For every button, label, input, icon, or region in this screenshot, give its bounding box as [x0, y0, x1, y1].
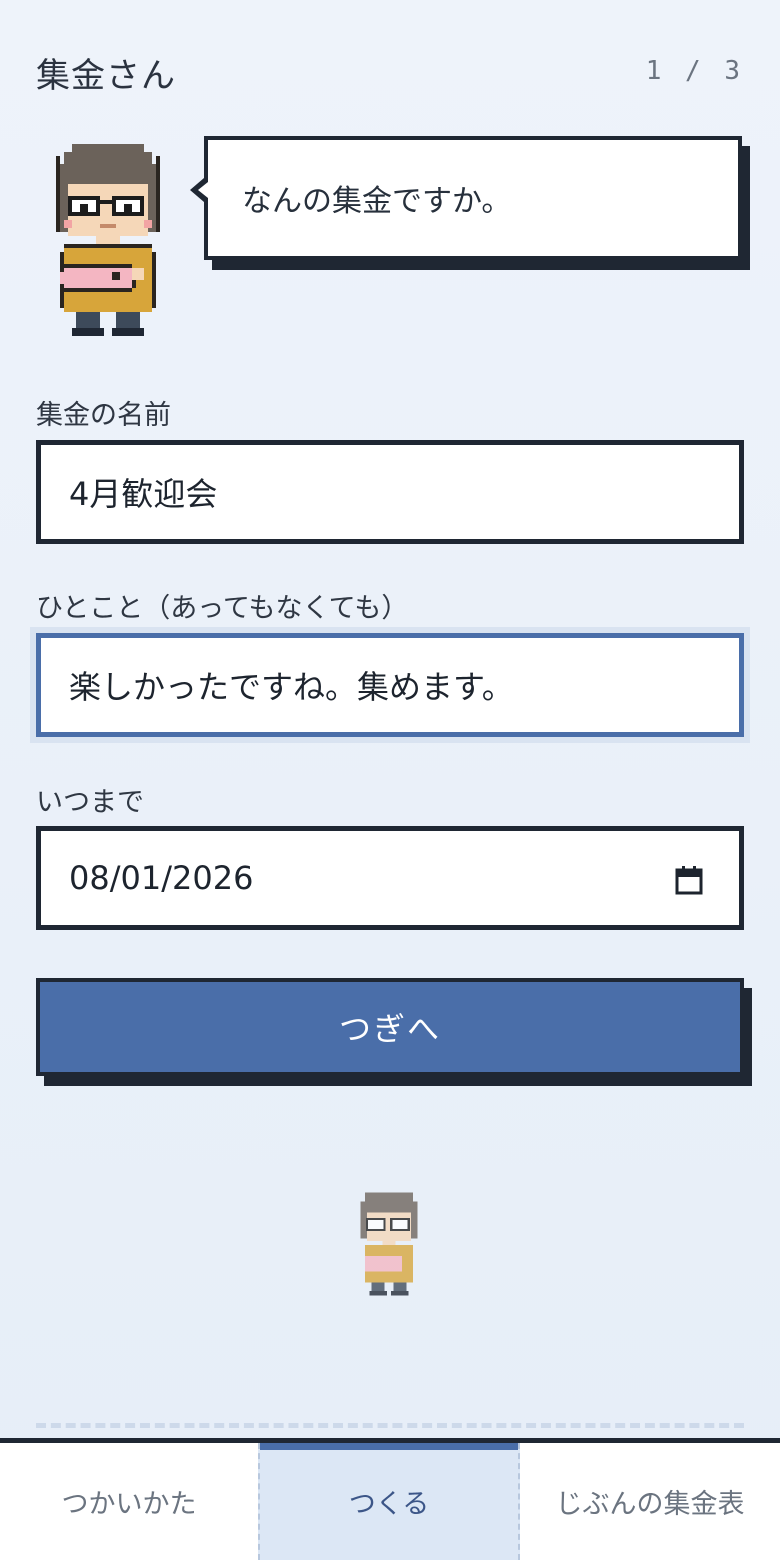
deadline-value: 08/01/2026	[69, 859, 254, 897]
bottom-tab-bar: つかいかた つくる じぶんの集金表	[0, 1438, 780, 1560]
deadline-date-input[interactable]: 08/01/2026	[36, 826, 744, 930]
next-button[interactable]: つぎへ	[36, 978, 744, 1076]
divider	[36, 1423, 744, 1428]
name-input[interactable]: 4月歓迎会	[36, 440, 744, 544]
mini-mascot-icon	[360, 1192, 418, 1296]
step-indicator: 1 / 3	[645, 56, 744, 86]
calendar-icon[interactable]	[675, 865, 703, 895]
name-label: 集金の名前	[36, 400, 171, 431]
tab-how-to-use[interactable]: つかいかた	[0, 1443, 258, 1560]
speech-bubble: なんの集金ですか。	[190, 136, 750, 270]
comment-label: ひとこと（あってもなくても）	[36, 593, 409, 624]
app-title: 集金さん	[36, 56, 176, 96]
comment-input[interactable]: 楽しかったですね。集めます。	[36, 633, 744, 737]
mascot-character	[56, 144, 160, 336]
tab-my-collections[interactable]: じぶんの集金表	[520, 1443, 780, 1560]
tab-create[interactable]: つくる	[258, 1443, 520, 1560]
next-button-wrap: つぎへ	[36, 978, 752, 1086]
speech-text: なんの集金ですか。	[204, 136, 742, 260]
deadline-label: いつまで	[36, 787, 144, 818]
